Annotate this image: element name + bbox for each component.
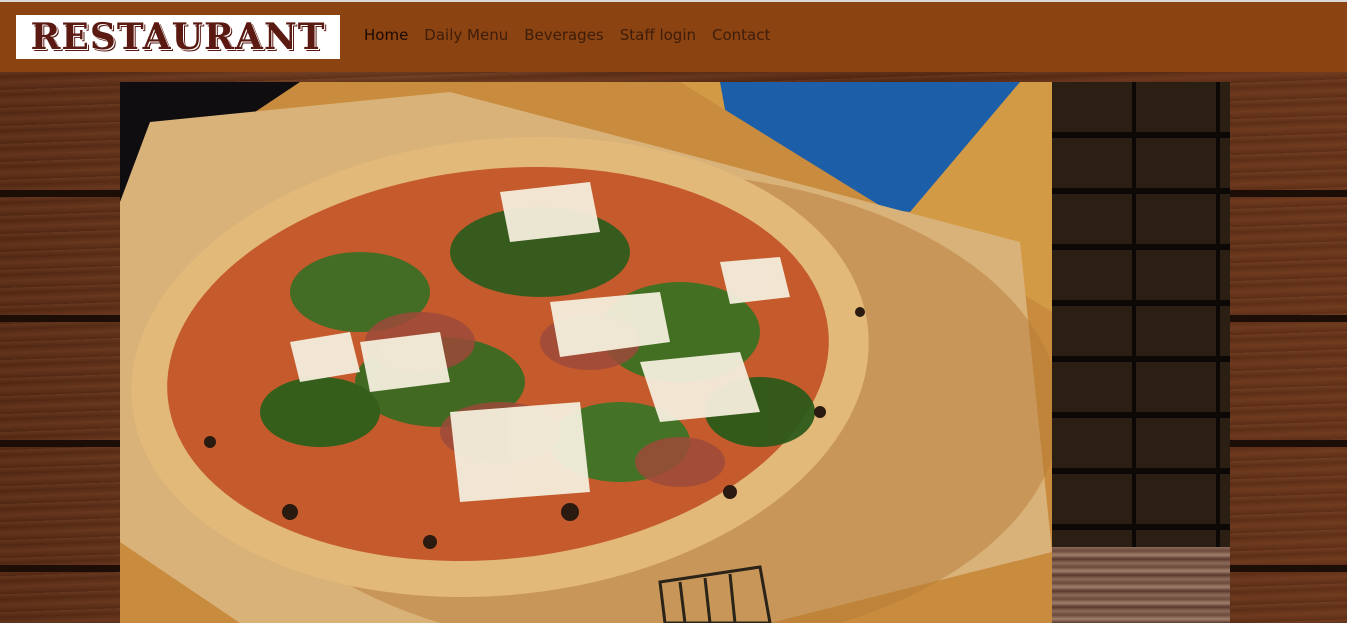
nav-staff-login-link[interactable]: Staff login <box>620 26 696 44</box>
nav-home-link[interactable]: Home <box>364 26 408 44</box>
nav-contact-link[interactable]: Contact <box>712 26 770 44</box>
logo-text: RESTAURANT <box>30 16 326 58</box>
hero-pizza-image <box>120 82 1052 623</box>
side-brick-panel <box>1052 82 1230 547</box>
restaurant-logo[interactable]: RESTAURANT <box>16 15 340 59</box>
main-nav: Home Daily Menu Beverages Staff login Co… <box>364 26 770 44</box>
nav-daily-menu-link[interactable]: Daily Menu <box>424 26 508 44</box>
top-navbar: RESTAURANT Home Daily Menu Beverages Sta… <box>0 0 1347 72</box>
side-floor-strip <box>1052 547 1230 623</box>
nav-beverages-link[interactable]: Beverages <box>524 26 604 44</box>
pizza-illustration <box>120 82 1052 623</box>
